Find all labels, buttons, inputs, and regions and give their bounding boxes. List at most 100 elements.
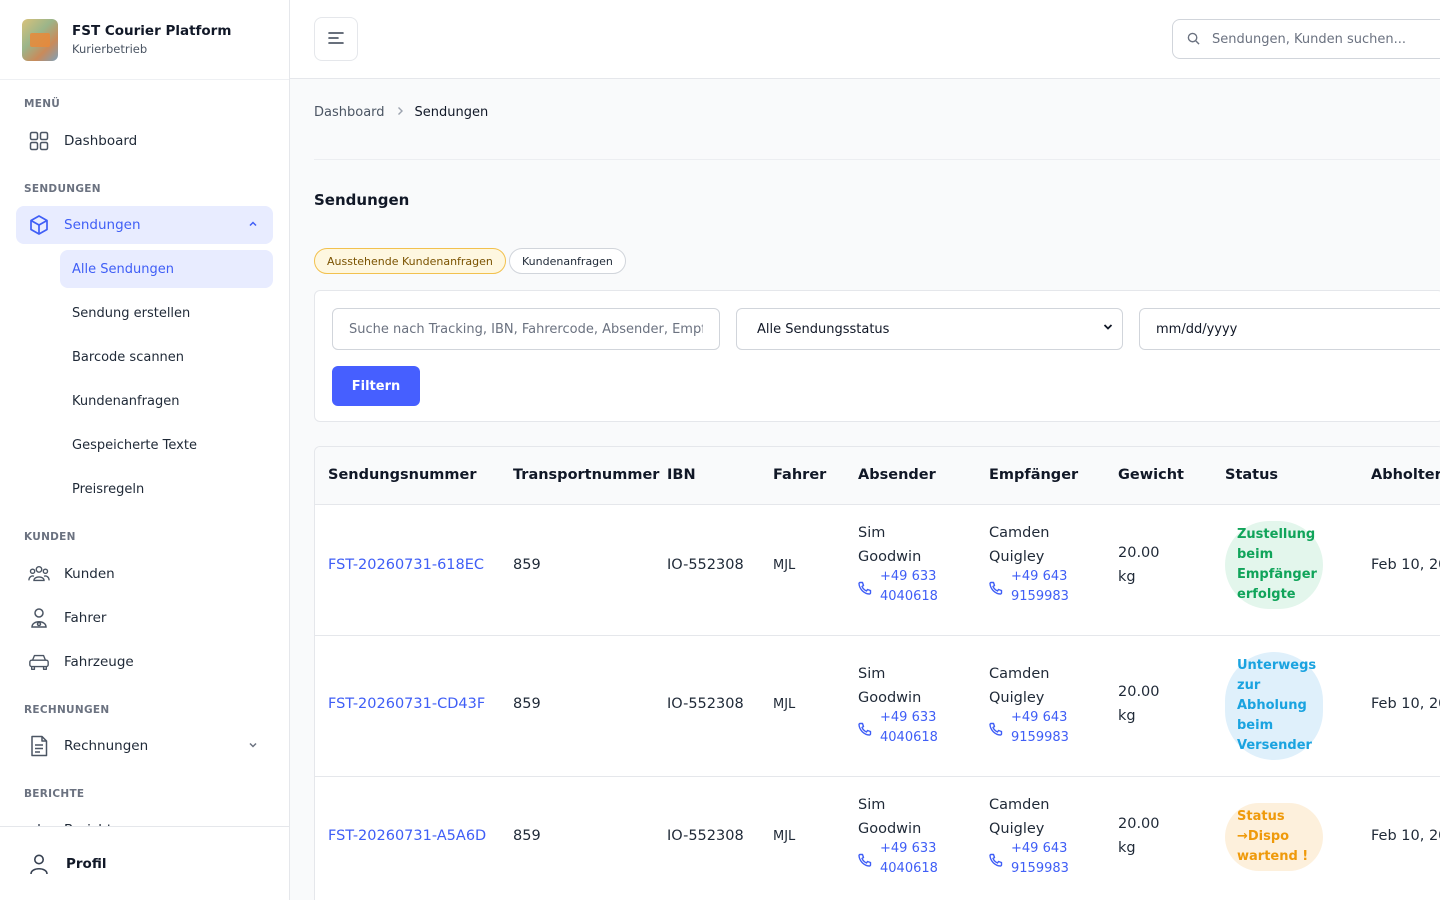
sender-name-first: Sim: [858, 525, 886, 541]
column-header[interactable]: IBN: [667, 467, 696, 483]
recipient-name-last: Quigley: [989, 690, 1045, 706]
ibn: IO-552308: [667, 557, 744, 573]
sidebar-subitem-sendung-erstellen[interactable]: Sendung erstellen: [60, 294, 273, 332]
column-header[interactable]: Fahrer: [773, 467, 826, 483]
shipment-number-link[interactable]: FST-20260731-618EC: [328, 557, 484, 573]
table-row[interactable]: FST-20260731-CD43F 859 IO-552308 MJL Sim…: [315, 636, 1440, 777]
status-line: erfolgte: [1237, 587, 1296, 602]
brand[interactable]: FST Courier Platform Kurierbetrieb: [0, 0, 289, 80]
sender-name-last: Goodwin: [858, 821, 922, 837]
sender-phone[interactable]: +49 633 4040618: [858, 567, 938, 607]
breadcrumb: Dashboard Sendungen: [314, 105, 488, 120]
page-title: Sendungen: [314, 191, 410, 209]
sidebar-item-dashboard[interactable]: Dashboard: [16, 122, 273, 160]
filter-search-field[interactable]: [332, 308, 720, 350]
brand-logo: [22, 18, 58, 61]
status-line: Versender: [1237, 738, 1312, 753]
weight: 20.00 kg: [1118, 680, 1160, 728]
shipment-number-link[interactable]: FST-20260731-A5A6D: [328, 828, 486, 844]
section-label-sendungen: SENDUNGEN: [24, 183, 101, 195]
global-search[interactable]: [1172, 19, 1440, 59]
status-line: wartend !: [1237, 849, 1309, 864]
phone-part: +49 643: [1011, 841, 1068, 856]
sidebar-subitem-preisregeln[interactable]: Preisregeln: [60, 470, 273, 508]
status-badge: Zustellung beim Empfänger erfolgte: [1225, 521, 1323, 609]
status-badge: Unterwegs zur Abholung beim Versender: [1225, 652, 1323, 760]
brand-title: FST Courier Platform: [72, 23, 232, 39]
status-line: beim: [1237, 547, 1274, 562]
status-select[interactable]: Alle Sendungsstatus: [736, 308, 1123, 350]
recipient-phone[interactable]: +49 643 9159983: [989, 708, 1069, 748]
topbar: [290, 0, 1440, 79]
status-line: Empfänger: [1237, 567, 1317, 582]
sender: Sim Goodwin +49 633 4040618: [858, 662, 938, 748]
ibn: IO-552308: [667, 828, 744, 844]
date-field[interactable]: mm/dd/yyyy: [1139, 308, 1440, 350]
sidebar-item-sendungen[interactable]: Sendungen: [16, 206, 273, 244]
pending-requests-pill[interactable]: Ausstehende Kundenanfragen: [314, 248, 506, 274]
filter-card: Alle Sendungsstatus mm/dd/yyyy Filtern: [314, 290, 1440, 422]
sidebar-item-profil[interactable]: Profil: [0, 826, 289, 900]
recipient-phone[interactable]: +49 643 9159983: [989, 839, 1069, 879]
sender-phone[interactable]: +49 633 4040618: [858, 708, 938, 748]
recipient-phone[interactable]: +49 643 9159983: [989, 567, 1069, 607]
table-row[interactable]: FST-20260731-A5A6D 859 IO-552308 MJL Sim…: [315, 777, 1440, 900]
weight-unit: kg: [1118, 840, 1136, 856]
shipments-table: Sendungsnummer Transportnummer IBN Fahre…: [314, 446, 1440, 900]
document-icon: [28, 735, 50, 757]
sidebar-subitem-barcode-scannen[interactable]: Barcode scannen: [60, 338, 273, 376]
recipient-name-first: Camden: [989, 797, 1050, 813]
driver-code: MJL: [773, 829, 796, 844]
column-header[interactable]: Sendungsnummer: [328, 467, 476, 483]
phone-icon: [858, 720, 872, 744]
sender: Sim Goodwin +49 633 4040618: [858, 521, 938, 607]
section-label-kunden: KUNDEN: [24, 531, 76, 543]
brand-subtitle: Kurierbetrieb: [72, 42, 148, 56]
sender-name-first: Sim: [858, 666, 886, 682]
menu-icon: [328, 30, 344, 49]
sidebar-item-kunden[interactable]: Kunden: [16, 555, 273, 593]
sidebar-subitem-kundenanfragen[interactable]: Kundenanfragen: [60, 382, 273, 420]
chevron-up-icon: [247, 218, 259, 234]
column-header[interactable]: Gewicht: [1118, 467, 1184, 483]
grid-icon: [28, 130, 50, 152]
sidebar-item-fahrer[interactable]: Fahrer: [16, 599, 273, 637]
status-line: zur: [1237, 678, 1261, 693]
requests-pill[interactable]: Kundenanfragen: [509, 248, 626, 274]
sender-phone[interactable]: +49 633 4040618: [858, 839, 938, 879]
driver-code: MJL: [773, 697, 796, 712]
sidebar-item-label: Sendungen: [64, 217, 141, 233]
recipient: Camden Quigley +49 643 9159983: [989, 793, 1069, 879]
status-select-value: Alle Sendungsstatus: [757, 321, 890, 337]
sidebar-item-fahrzeuge[interactable]: Fahrzeuge: [16, 643, 273, 681]
phone-part: 4040618: [880, 730, 938, 745]
filter-search-input[interactable]: [349, 321, 703, 337]
sidebar-subitem-gespeicherte-texte[interactable]: Gespeicherte Texte: [60, 426, 273, 464]
column-header[interactable]: Absender: [858, 467, 936, 483]
column-header[interactable]: Status: [1225, 467, 1278, 483]
column-header[interactable]: Empfänger: [989, 467, 1078, 483]
weight: 20.00 kg: [1118, 812, 1160, 860]
column-header[interactable]: Abholtermin: [1371, 467, 1440, 483]
sidebar-item-rechnungen[interactable]: Rechnungen: [16, 727, 273, 765]
shipment-number-link[interactable]: FST-20260731-CD43F: [328, 696, 485, 712]
weight-value: 20.00: [1118, 816, 1160, 832]
status-line: Zustellung: [1237, 527, 1316, 542]
search-icon: [1187, 30, 1200, 49]
global-search-input[interactable]: [1212, 31, 1440, 47]
weight-value: 20.00: [1118, 545, 1160, 561]
ibn: IO-552308: [667, 696, 744, 712]
sidebar-subitem-alle-sendungen[interactable]: Alle Sendungen: [60, 250, 273, 288]
filter-button[interactable]: Filtern: [332, 366, 420, 406]
table-row[interactable]: FST-20260731-618EC 859 IO-552308 MJL Sim…: [315, 505, 1440, 636]
sender-name-last: Goodwin: [858, 549, 922, 565]
table-header: Sendungsnummer Transportnummer IBN Fahre…: [315, 447, 1440, 505]
sidebar-item-label: Profil: [66, 855, 107, 872]
column-header[interactable]: Transportnummer: [513, 467, 659, 483]
menu-toggle-button[interactable]: [314, 17, 358, 61]
status-line: Abholung: [1237, 698, 1307, 713]
breadcrumb-home[interactable]: Dashboard: [314, 105, 385, 120]
phone-part: +49 643: [1011, 710, 1068, 725]
recipient-name-last: Quigley: [989, 549, 1045, 565]
status-line: Status: [1237, 809, 1285, 824]
